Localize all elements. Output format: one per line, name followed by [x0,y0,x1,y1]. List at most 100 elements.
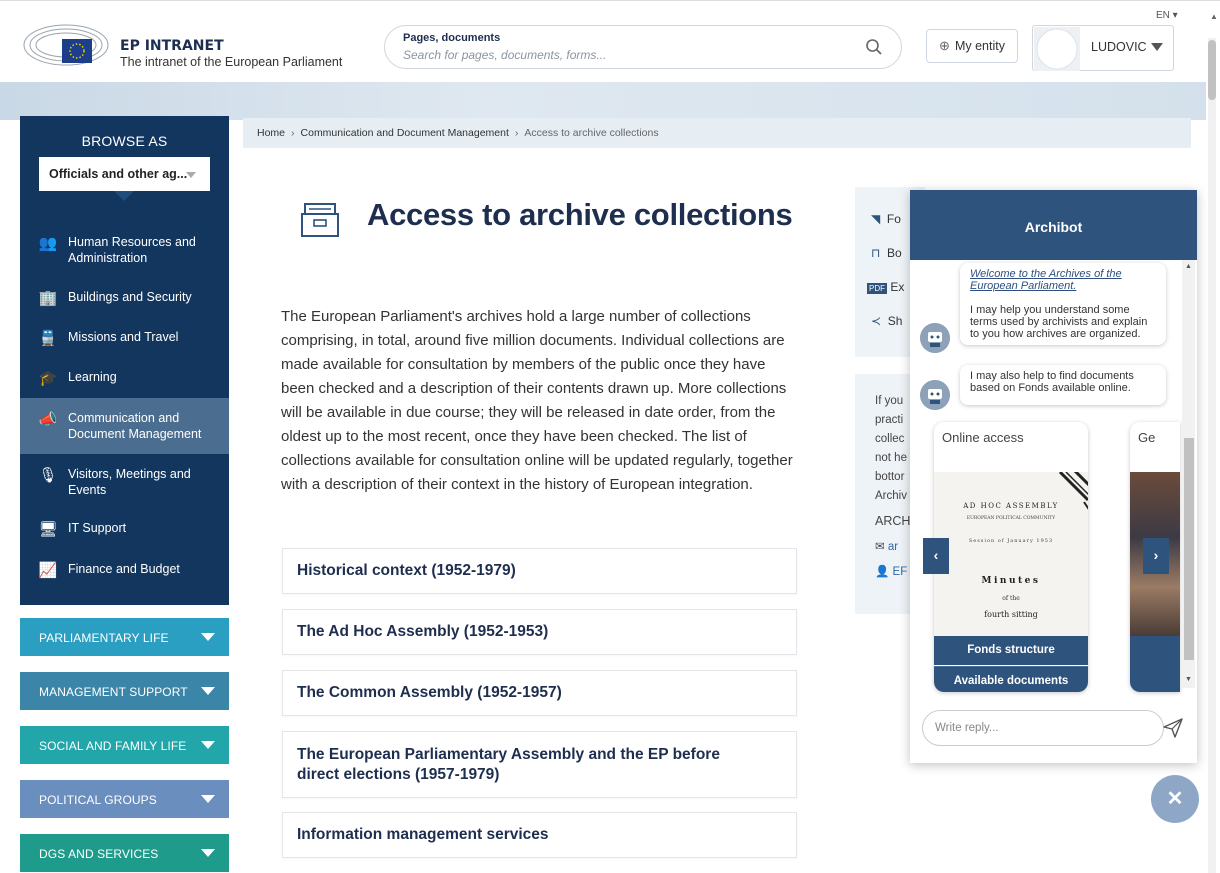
search-icon[interactable] [865,38,883,56]
browse-as-select[interactable]: Officials and other ag... [39,157,210,191]
share-label: Sh [887,314,903,328]
category-parliamentary-life[interactable]: PARLIAMENTARY LIFE [20,618,229,656]
bot-avatar-icon [920,380,950,410]
info-text-line: If you [875,395,904,407]
available-documents-button[interactable]: Available documents [934,666,1088,692]
archive-box-icon [301,203,339,237]
doc-sitting: fourth sitting [984,610,1038,619]
megaphone-icon: 📣 [38,411,58,428]
language-selector[interactable]: EN ▾ [1156,10,1178,21]
close-chat-button[interactable]: ✕ [1151,775,1199,823]
search-input[interactable]: Pages, documents Search for pages, docum… [384,25,902,69]
email-link[interactable]: ✉ ar [875,538,898,557]
globe-icon: ⊕ [939,38,950,53]
follow-action[interactable]: ◥ Fo [871,212,901,226]
microphone-icon: 🎙 [38,467,58,484]
sidebar: BROWSE AS Officials and other ag... 👥 Hu… [20,116,229,605]
reply-input[interactable]: Write reply... [922,710,1164,746]
chevron-right-icon: › [1153,547,1159,563]
breadcrumb-home[interactable]: Home [257,127,285,139]
sidebar-item-label: IT Support [68,521,127,535]
person-icon: 👤 [875,566,890,578]
ep-logo-icon[interactable] [22,23,110,69]
intro-paragraph: The European Parliament's archives hold … [281,308,793,493]
page-scrollbar-thumb[interactable] [1208,40,1216,100]
doc-session: Session of January 1953 [968,538,1054,544]
close-icon: ✕ [1166,788,1184,810]
sidebar-item-visitors[interactable]: 🎙 Visitors, Meetings and Events [20,466,229,502]
browse-as-value: Officials and other ag... [49,167,188,181]
info-text-line: practi [875,414,904,426]
building-icon: 🏢 [38,290,58,307]
sidebar-item-buildings[interactable]: 🏢 Buildings and Security [20,289,229,309]
user-menu-button[interactable]: LUDOVIC [1032,25,1174,71]
info-text-line: not he [875,452,907,464]
sidebar-item-label: Communication and Document Management [68,411,202,441]
card-title: Online access [942,430,1024,445]
breadcrumb: Home › Communication and Document Manageme… [243,118,1191,148]
category-label: PARLIAMENTARY LIFE [39,631,169,645]
bookmark-action[interactable]: ⊓ Bo [871,246,902,260]
sidebar-item-human-resources[interactable]: 👥 Human Resources and Administration [20,232,229,272]
sidebar-item-communication[interactable]: 📣 Communication and Document Management [20,398,229,454]
carousel-prev-button[interactable]: ‹ [923,538,949,574]
sidebar-item-it-support[interactable]: 🖥 IT Support [20,520,229,540]
section-label: Information management services [297,826,549,843]
people-icon: 👥 [38,235,58,252]
category-label: POLITICAL GROUPS [39,793,157,807]
section-european-parliamentary-assembly[interactable]: The European Parliamentary Assembly and … [282,731,797,798]
section-information-management[interactable]: Information management services [282,812,797,858]
page-scrollbar[interactable] [1208,38,1216,873]
caret-down-icon [201,687,215,695]
section-common-assembly[interactable]: The Common Assembly (1952-1957) [282,670,797,716]
language-label: EN [1156,10,1170,21]
caret-down-icon [201,741,215,749]
sidebar-item-finance[interactable]: 📈 Finance and Budget [20,561,229,581]
category-management-support[interactable]: MANAGEMENT SUPPORT [20,672,229,710]
category-label: MANAGEMENT SUPPORT [39,685,188,699]
breadcrumb-level1[interactable]: Communication and Document Management [301,127,509,139]
person-link[interactable]: 👤 EF [875,563,907,582]
chat-scroll-up-icon[interactable]: ▲ [1185,263,1192,270]
carousel-next-button[interactable]: › [1143,538,1169,574]
page-scroll-up-icon[interactable]: ▲ [1210,12,1218,21]
my-entity-button[interactable]: ⊕ My entity [926,29,1018,63]
chat-scroll-down-icon[interactable]: ▼ [1185,676,1192,683]
fonds-structure-button[interactable]: Fonds structure [934,636,1088,665]
chat-scrollbar-thumb[interactable] [1184,438,1194,660]
doc-of: of the [1002,595,1020,602]
chat-title: Archibot [910,190,1197,260]
info-text-line: bottor [875,471,905,483]
search-label: Pages, documents [403,32,501,44]
breadcrumb-separator: › [514,127,519,139]
sidebar-item-learning[interactable]: 🎓 Learning [20,369,229,389]
archive-heading: ARCHI [875,514,914,528]
breadcrumb-separator: › [291,127,295,139]
breadcrumb-current: Access to archive collections [524,127,659,139]
chat-message-welcome: Welcome to the Archives of the European … [960,263,1166,345]
brand[interactable]: EP INTRANET The intranet of the European… [120,38,342,69]
sidebar-item-label: Finance and Budget [68,562,180,576]
category-political-groups[interactable]: POLITICAL GROUPS [20,780,229,818]
section-ad-hoc-assembly[interactable]: The Ad Hoc Assembly (1952-1953) [282,609,797,655]
sidebar-item-label: Visitors, Meetings and Events [68,467,191,497]
monitor-icon: 🖥 [38,521,58,538]
export-action[interactable]: PDF Ex [867,280,904,294]
category-dgs-services[interactable]: DGS AND SERVICES [20,834,229,872]
sidebar-item-missions[interactable]: 🚆 Missions and Travel [20,329,229,349]
share-action[interactable]: ≺ Sh [871,314,902,328]
chart-line-icon: 📈 [38,562,58,579]
share-icon: ≺ [871,314,882,328]
export-label: Ex [890,280,905,294]
caret-down-icon [201,633,215,641]
doc-heading: AD HOC ASSEMBLY [963,502,1059,510]
section-historical-context[interactable]: Historical context (1952-1979) [282,548,797,594]
category-social-family[interactable]: SOCIAL AND FAMILY LIFE [20,726,229,764]
section-label: The Common Assembly (1952-1957) [297,684,562,701]
chevron-down-icon [186,172,196,178]
welcome-link[interactable]: Welcome to the Archives of the European … [970,268,1156,292]
bookmark-label: Bo [887,246,902,260]
document-thumbnail: AD HOC ASSEMBLY EUROPEAN POLITICAL COMMU… [934,472,1088,636]
send-icon[interactable] [1162,717,1184,739]
online-access-card: Online access AD HOC ASSEMBLY EUROPEAN P… [934,422,1088,692]
